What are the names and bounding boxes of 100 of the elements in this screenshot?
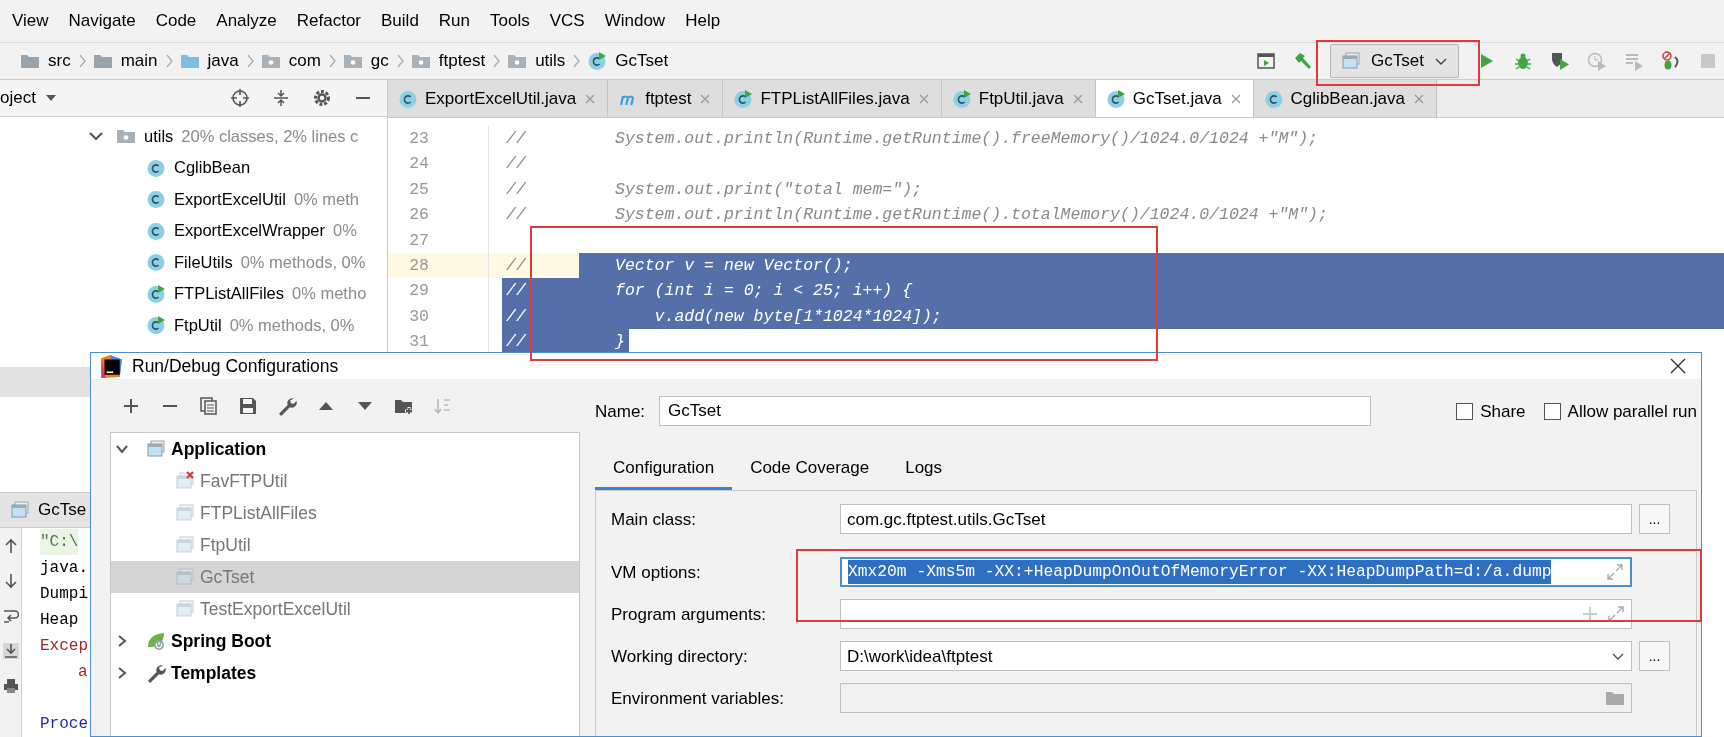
tree-item[interactable]: Spring Boot — [111, 625, 579, 658]
checkbox[interactable]: Allow parallel run — [1543, 398, 1697, 424]
tree-item[interactable]: CglibBean — [0, 151, 387, 184]
item-label: CglibBean — [174, 157, 251, 179]
breadcrumb-item[interactable]: java — [179, 48, 239, 74]
coverage-icon[interactable] — [1550, 51, 1570, 71]
tree-item[interactable]: utils 20% classes, 2% lines c — [0, 120, 387, 152]
tree-item[interactable]: ExportExcelWrapper 0% — [0, 214, 387, 247]
input-field[interactable]: com.gc.ftptest.utils.GcTset — [840, 504, 1632, 535]
dialog-title: Run/Debug Configurations — [132, 355, 339, 378]
bug-icon[interactable] — [1513, 51, 1533, 71]
field-label: Working directory: — [611, 645, 749, 668]
menu-item[interactable]: Window — [604, 8, 666, 34]
run-configuration-dropdown[interactable]: GcTset — [1330, 44, 1459, 78]
runnable-class-icon — [1105, 88, 1126, 109]
console-line: Excep — [40, 636, 88, 657]
item-label: ExportExcelWrapper — [174, 220, 325, 242]
class-icon — [146, 157, 166, 178]
tab[interactable]: Code Coverage — [732, 448, 888, 491]
arrow-down-icon[interactable] — [2, 573, 19, 589]
crosshair-icon[interactable] — [230, 88, 250, 109]
copy-icon[interactable] — [199, 396, 219, 417]
chevron-icon — [571, 53, 582, 69]
tab[interactable]: Logs — [887, 448, 961, 491]
tree-item[interactable]: FtpUtil — [111, 529, 579, 562]
close-icon[interactable] — [1669, 357, 1687, 376]
comment-marker: // — [505, 331, 527, 354]
coverage-note: 0% — [333, 220, 357, 242]
tree-item[interactable]: ExportExcelUtil 0% meth — [0, 183, 387, 215]
input-field[interactable] — [840, 599, 1632, 630]
hammer-icon[interactable] — [1293, 51, 1314, 71]
menu-item[interactable]: Analyze — [216, 8, 277, 34]
menu-item[interactable]: Code — [155, 8, 197, 34]
comment-marker: // — [505, 178, 527, 201]
code-text: for (int i = 0; i < 25; i++) { — [615, 281, 913, 301]
breadcrumb-item[interactable]: main — [92, 48, 158, 74]
code-text: System.out.print("total mem="); — [615, 179, 922, 199]
checkbox[interactable]: Share — [1456, 398, 1526, 424]
run-window-icon[interactable] — [1256, 51, 1277, 71]
field-label: Environment variables: — [611, 687, 785, 710]
application-icon — [1341, 51, 1362, 71]
runnable-class-icon — [951, 88, 972, 109]
item-label: ExportExcelUtil — [174, 188, 286, 210]
editor-tab[interactable]: FtpUtil.java — [941, 80, 1096, 117]
menu-item[interactable]: Refactor — [296, 8, 362, 34]
menu-item[interactable]: Tools — [490, 8, 530, 34]
menu-item[interactable]: Help — [685, 8, 721, 34]
console-line: java. — [40, 558, 88, 579]
tree-item[interactable]: FTPListAllFiles — [111, 497, 579, 530]
menu-item[interactable]: View — [12, 8, 49, 34]
save-icon[interactable] — [238, 396, 258, 417]
scroll-to-end-icon[interactable] — [2, 643, 19, 659]
menu-item[interactable]: Run — [438, 8, 471, 34]
code-text: } — [615, 332, 625, 352]
input-field[interactable] — [840, 683, 1632, 714]
item-label: FTPListAllFiles — [174, 283, 284, 305]
code-text: Vector v = new Vector(); — [615, 255, 853, 275]
editor-tab[interactable]: CglibBean.java — [1253, 80, 1437, 117]
line-number: 24 — [388, 151, 489, 177]
bug-reload-icon[interactable] — [1661, 51, 1681, 71]
collapse-icon[interactable] — [271, 88, 291, 109]
breadcrumb-item[interactable]: gc — [342, 48, 389, 74]
tab[interactable]: Configuration — [595, 448, 733, 491]
menu-item[interactable]: VCS — [549, 8, 585, 34]
code-text: System.out.println(Runtime.getRuntime().totalMemory()/1024.0/1024 +"M"); — [615, 205, 1328, 225]
menu-item[interactable]: Build — [381, 8, 419, 34]
panel-title-dropdown[interactable]: oject — [0, 85, 58, 111]
tree-item[interactable]: Templates — [111, 657, 579, 690]
tree-item[interactable]: TestExportExcelUtil — [111, 593, 579, 626]
tree-item[interactable]: FTPListAllFiles 0% metho — [0, 277, 387, 310]
breadcrumb-item[interactable]: utils — [507, 48, 566, 74]
dropdown-field[interactable]: D:\work\idea\ftptest — [840, 641, 1632, 672]
breadcrumb-item[interactable]: ftptest — [410, 48, 486, 74]
menu-item[interactable]: Navigate — [68, 8, 136, 34]
name-field[interactable]: GcTset — [659, 396, 1372, 427]
tree-item[interactable]: Application — [111, 433, 579, 466]
runnable-class-icon — [587, 51, 608, 71]
line-number: 30 — [388, 303, 489, 330]
editor-tab[interactable]: FTPListAllFiles.java — [723, 80, 942, 117]
tree-item[interactable]: FavFTPUtil — [111, 465, 579, 498]
tree-item[interactable]: FtpUtil 0% methods, 0% — [0, 309, 387, 341]
breadcrumb-item[interactable]: src — [20, 48, 71, 74]
breadcrumb-item[interactable]: com — [260, 48, 321, 74]
wrench-icon — [146, 663, 166, 684]
settings-icon[interactable] — [312, 88, 332, 109]
input-field[interactable]: Xmx20m -Xms5m -XX:+HeapDumpOnOutOfMemoryError -XX:HeapDumpPath=d:/a.dump — [840, 557, 1632, 588]
field-label: Name: — [595, 400, 646, 423]
browse-button[interactable]: ... — [1639, 641, 1670, 672]
editor-tab[interactable]: ExportExcelUtil.java — [388, 80, 609, 117]
wrap-icon[interactable] — [2, 608, 19, 624]
editor-tab[interactable]: GcTset.java — [1095, 80, 1254, 117]
browse-button[interactable]: ... — [1639, 504, 1670, 535]
coverage-note: 0% methods, 0% — [240, 251, 366, 273]
coverage-note: 0% meth — [293, 188, 359, 210]
tree-item[interactable]: FileUtils 0% methods, 0% — [0, 246, 387, 278]
field-label: Main class: — [611, 508, 698, 531]
breadcrumb-item[interactable]: GcTset — [587, 48, 669, 74]
print-icon[interactable] — [2, 678, 19, 694]
editor-tab[interactable]: ftptest — [608, 80, 724, 117]
wrench-icon[interactable] — [277, 396, 297, 417]
